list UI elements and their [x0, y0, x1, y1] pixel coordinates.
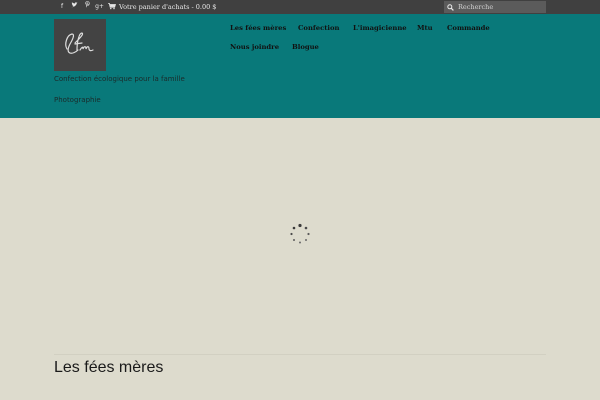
- cart-link[interactable]: Votre panier d'achats - 0.00 $: [108, 0, 216, 14]
- cart-icon: [108, 2, 117, 12]
- pinterest-icon[interactable]: [81, 0, 93, 14]
- search-input[interactable]: [457, 1, 546, 13]
- loading-spinner-icon: [290, 223, 310, 244]
- nav-item-nous-joindre[interactable]: Nous joindre: [230, 43, 279, 51]
- site-header: Confection écologique pour la famille Ph…: [0, 14, 600, 118]
- twitter-icon[interactable]: [69, 0, 81, 14]
- logo-script-mark: [65, 32, 94, 54]
- nav-item-mtu[interactable]: Mtu: [417, 24, 433, 32]
- nav-item-limagicienne[interactable]: L'imagicienne: [353, 24, 407, 32]
- nav-item-blogue[interactable]: Blogue: [292, 43, 319, 51]
- social-links: f g+: [56, 0, 106, 14]
- facebook-icon[interactable]: f: [56, 0, 68, 14]
- search-box: [444, 1, 546, 13]
- section-title: Les fées mères: [54, 359, 164, 376]
- nav-item-confection[interactable]: Confection: [298, 24, 339, 32]
- site-tagline: Confection écologique pour la famille: [54, 75, 185, 83]
- nav-item-commande[interactable]: Commande: [447, 24, 490, 32]
- nav-item-les-fees-meres[interactable]: Les fées mères: [230, 24, 286, 32]
- cart-label: Votre panier d'achats - 0.00 $: [119, 3, 217, 11]
- section-divider: [54, 354, 546, 355]
- google-plus-icon[interactable]: g+: [94, 0, 106, 14]
- top-bar: f g+ Votre panier d'achats - 0.00 $: [0, 0, 600, 14]
- search-icon[interactable]: [444, 1, 457, 13]
- photography-link[interactable]: Photographie: [54, 96, 101, 104]
- site-logo[interactable]: [54, 19, 106, 71]
